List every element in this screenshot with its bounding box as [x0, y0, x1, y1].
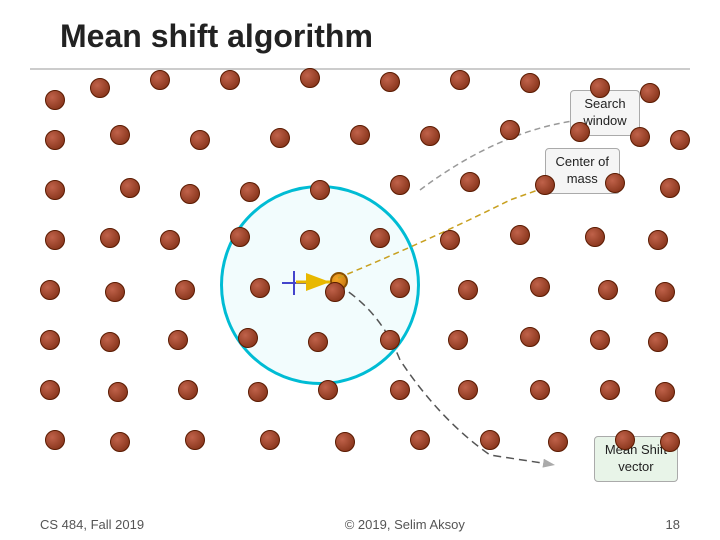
scatter-dot [110, 432, 130, 452]
scatter-dot [570, 122, 590, 142]
center-of-mass-label: Center ofmass [556, 154, 609, 186]
scatter-dot [380, 72, 400, 92]
divider [30, 68, 690, 70]
scatter-dot [108, 382, 128, 402]
scatter-dot [350, 125, 370, 145]
scatter-dot [600, 380, 620, 400]
scatter-dot [480, 430, 500, 450]
scatter-dot [300, 230, 320, 250]
scatter-dot [450, 70, 470, 90]
scatter-dot [510, 225, 530, 245]
scatter-dot [190, 130, 210, 150]
scatter-dot [410, 430, 430, 450]
scatter-dot [178, 380, 198, 400]
scatter-dot [248, 382, 268, 402]
scatter-dot [238, 328, 258, 348]
scatter-dot [250, 278, 270, 298]
scatter-dot [240, 182, 260, 202]
scatter-dot [648, 332, 668, 352]
scatter-dot [500, 120, 520, 140]
scatter-dot [390, 175, 410, 195]
scatter-dot [230, 227, 250, 247]
scatter-dot [45, 430, 65, 450]
scatter-dot [640, 83, 660, 103]
scatter-dot [335, 432, 355, 452]
footer-right: 18 [666, 517, 680, 532]
scatter-dot [520, 327, 540, 347]
scatter-dot [260, 430, 280, 450]
scatter-dot [605, 173, 625, 193]
scatter-dot [660, 432, 680, 452]
scatter-dot [535, 175, 555, 195]
scatter-dot [590, 330, 610, 350]
scatter-dot [100, 332, 120, 352]
slide: Mean shift algorithm [0, 0, 720, 540]
scatter-dot [40, 280, 60, 300]
scatter-dot [318, 380, 338, 400]
scatter-dot [598, 280, 618, 300]
scatter-dot [325, 282, 345, 302]
scatter-dot [530, 380, 550, 400]
scatter-dot [90, 78, 110, 98]
scatter-dot [220, 70, 240, 90]
scatter-dot [460, 172, 480, 192]
scatter-dot [45, 130, 65, 150]
scatter-dot [160, 230, 180, 250]
scatter-dot [180, 184, 200, 204]
scatter-dot [308, 332, 328, 352]
scatter-dot [670, 130, 690, 150]
scatter-dot [168, 330, 188, 350]
scatter-dot [175, 280, 195, 300]
scatter-dot [310, 180, 330, 200]
scatter-dot [110, 125, 130, 145]
scatter-dot [270, 128, 290, 148]
scatter-dot [380, 330, 400, 350]
scatter-dot [590, 78, 610, 98]
scatter-dot [370, 228, 390, 248]
scatter-dot [390, 380, 410, 400]
scatter-dot [40, 330, 60, 350]
scatter-dot [530, 277, 550, 297]
scatter-dot [520, 73, 540, 93]
scatter-dot [648, 230, 668, 250]
scatter-dot [105, 282, 125, 302]
scatter-dot [300, 68, 320, 88]
scatter-dot [185, 430, 205, 450]
scatter-dot [655, 282, 675, 302]
scatter-dot [40, 380, 60, 400]
scatter-dot [615, 430, 635, 450]
footer-left: CS 484, Fall 2019 [40, 517, 144, 532]
scatter-dot [120, 178, 140, 198]
scatter-dot [630, 127, 650, 147]
scatter-dot [45, 230, 65, 250]
scatter-dot [585, 227, 605, 247]
scatter-dot [458, 280, 478, 300]
footer: CS 484, Fall 2019 © 2019, Selim Aksoy 18 [0, 517, 720, 532]
scatter-dot [420, 126, 440, 146]
scatter-dot [548, 432, 568, 452]
scatter-dot [100, 228, 120, 248]
scatter-dot [458, 380, 478, 400]
slide-title: Mean shift algorithm [60, 18, 373, 55]
scatter-dot [660, 178, 680, 198]
scatter-dot [440, 230, 460, 250]
scatter-dot [655, 382, 675, 402]
scatter-dot [448, 330, 468, 350]
scatter-dot [390, 278, 410, 298]
search-window-label: Searchwindow [583, 96, 626, 128]
scatter-dot [150, 70, 170, 90]
footer-center: © 2019, Selim Aksoy [345, 517, 465, 532]
crosshair-vertical [293, 271, 295, 295]
scatter-dot [45, 90, 65, 110]
mean-shift-vector-label: Mean Shiftvector [605, 442, 667, 474]
scatter-dot [45, 180, 65, 200]
